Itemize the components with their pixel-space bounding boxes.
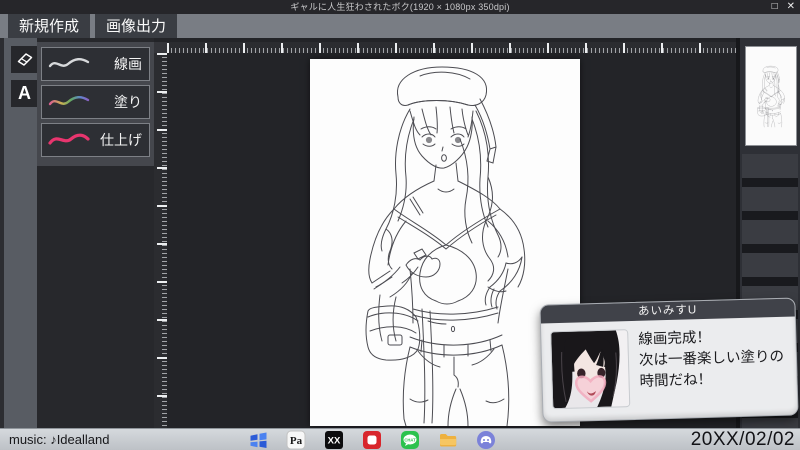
- layer-label: 仕上げ: [100, 130, 142, 150]
- text-tool-label: A: [18, 83, 31, 104]
- lineart-drawing: [310, 59, 580, 426]
- video-app-taskbar-button[interactable]: [362, 430, 382, 450]
- text-tool-button[interactable]: A: [11, 80, 38, 107]
- layer-item-coloring[interactable]: 塗り: [41, 85, 150, 119]
- lineart-brush-stroke-icon: [47, 55, 91, 73]
- svg-text:CHAT: CHAT: [404, 437, 416, 442]
- avatar-girl-image: [551, 330, 629, 408]
- horizontal-ruler: [167, 42, 737, 53]
- music-label: music:: [9, 432, 47, 447]
- paint-app-window: ギャルに人生狂わされたボク(1920 × 1080px 350dpi) □ ✕ …: [0, 0, 800, 450]
- eraser-tool-button[interactable]: [11, 46, 38, 73]
- music-track: ♪Idealland: [50, 432, 109, 447]
- pa-app-icon: Pa: [286, 430, 306, 450]
- windows-start-button[interactable]: [248, 430, 268, 450]
- chat-app-taskbar-button[interactable]: CHAT: [400, 430, 420, 450]
- export-image-button[interactable]: 画像出力: [95, 14, 177, 38]
- pink-brush-stroke-icon: [47, 131, 91, 149]
- maximize-button[interactable]: □: [772, 0, 778, 14]
- layer-item-finishing[interactable]: 仕上げ: [41, 123, 150, 157]
- assistant-dialog: あいみすU: [539, 297, 798, 422]
- message-line: 時間だね！: [639, 368, 785, 393]
- layer-label: 線画: [114, 54, 142, 74]
- svg-text:XX: XX: [328, 436, 341, 447]
- close-button[interactable]: ✕: [787, 0, 795, 14]
- message-line: 次は一番楽しい塗りの: [639, 347, 785, 372]
- vertical-ruler: [154, 53, 167, 428]
- xx-app-icon: XX: [324, 430, 344, 450]
- eraser-icon: [15, 50, 35, 70]
- xx-app-taskbar-button[interactable]: XX: [324, 430, 344, 450]
- thumbnail-drawing: [748, 50, 794, 142]
- rainbow-brush-stroke-icon: [47, 93, 91, 111]
- windows-logo-icon: [249, 431, 268, 450]
- files-taskbar-button[interactable]: [438, 430, 458, 450]
- layer-item-lineart[interactable]: 線画: [41, 47, 150, 81]
- game-chat-icon: [476, 430, 496, 450]
- paint-app-taskbar-button[interactable]: Pa: [286, 430, 306, 450]
- video-app-icon: [362, 430, 382, 450]
- ruler-corner: [154, 42, 167, 53]
- tool-strip: A: [0, 38, 37, 428]
- titlebar: ギャルに人生狂わされたボク(1920 × 1080px 350dpi) □ ✕: [0, 0, 800, 14]
- assistant-avatar: [550, 329, 630, 409]
- voice-chat-taskbar-button[interactable]: [476, 430, 496, 450]
- drawing-canvas[interactable]: [310, 59, 580, 426]
- svg-text:Pa: Pa: [290, 435, 303, 447]
- now-playing: music: ♪Idealland: [9, 432, 109, 447]
- chat-app-icon: CHAT: [400, 430, 420, 450]
- system-date: 20XX/02/02: [691, 429, 795, 450]
- window-title: ギャルに人生狂わされたボク(1920 × 1080px 350dpi): [0, 0, 800, 14]
- navigator-thumbnail[interactable]: [745, 46, 797, 146]
- folder-icon: [438, 430, 458, 450]
- menubar: 新規作成 画像出力: [0, 14, 800, 38]
- layers-panel: 線画 塗り 仕上げ: [37, 42, 154, 166]
- taskbar: music: ♪Idealland Pa: [0, 428, 800, 450]
- layer-label: 塗り: [114, 92, 142, 112]
- taskbar-icons: Pa XX CHAT: [248, 430, 496, 450]
- assistant-message: 線画完成！ 次は一番楽しい塗りの 時間だね！: [638, 325, 785, 407]
- new-file-button[interactable]: 新規作成: [8, 14, 90, 38]
